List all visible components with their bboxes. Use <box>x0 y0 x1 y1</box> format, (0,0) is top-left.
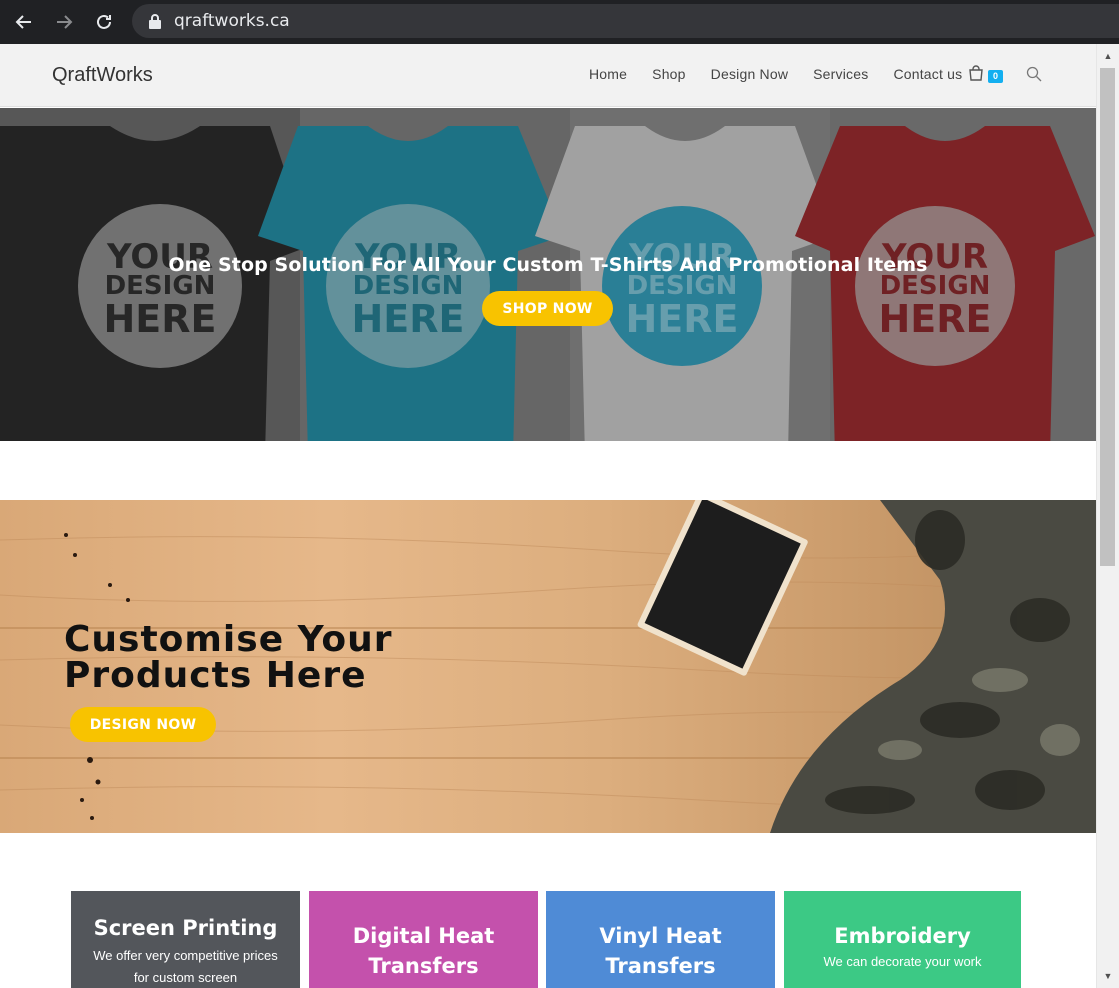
design-now-button[interactable]: DESIGN NOW <box>70 707 216 742</box>
service-title: Transfers <box>605 954 716 978</box>
service-card-screen-printing[interactable]: Screen Printing We offer very competitiv… <box>71 891 300 988</box>
cart-button[interactable]: 0 <box>968 65 1004 85</box>
nav-services[interactable]: Services <box>813 66 868 82</box>
back-arrow-icon[interactable] <box>10 8 38 36</box>
customise-banner: Customise Your Products Here DESIGN NOW <box>0 500 1096 833</box>
scroll-up-icon[interactable]: ▲ <box>1097 48 1119 64</box>
customise-title: Customise Your Products Here <box>64 622 393 694</box>
shopping-bag-icon <box>969 65 983 81</box>
service-card-embroidery[interactable]: Embroidery We can decorate your work <box>784 891 1021 988</box>
site-logo[interactable]: QraftWorks <box>52 64 153 87</box>
hero-banner: YOUR DESIGN HERE YOUR DESIGN HERE YOUR D… <box>0 108 1096 441</box>
shop-now-button[interactable]: SHOP NOW <box>482 291 613 326</box>
nav-design-now[interactable]: Design Now <box>711 66 788 82</box>
forward-arrow-icon[interactable] <box>50 8 78 36</box>
service-title: Screen Printing <box>93 916 278 940</box>
service-card-vinyl-heat-transfers[interactable]: Vinyl Heat Transfers <box>546 891 775 988</box>
main-nav: Home Shop Design Now Services Contact us <box>589 66 987 82</box>
customise-title-line: Products Here <box>64 655 367 696</box>
address-bar[interactable]: qraftworks.ca <box>132 4 1119 38</box>
nav-contact-us[interactable]: Contact us <box>893 66 962 82</box>
service-card-digital-heat-transfers[interactable]: Digital Heat Transfers <box>309 891 538 988</box>
address-url: qraftworks.ca <box>174 11 290 31</box>
reload-icon[interactable] <box>90 8 118 36</box>
site-header: QraftWorks Home Shop Design Now Services… <box>0 44 1096 107</box>
cart-count-badge: 0 <box>988 70 1003 83</box>
nav-home[interactable]: Home <box>589 66 627 82</box>
nav-shop[interactable]: Shop <box>652 66 686 82</box>
service-title: Vinyl Heat <box>599 924 722 948</box>
scrollbar-thumb[interactable] <box>1100 68 1115 566</box>
search-icon[interactable] <box>1026 66 1042 82</box>
service-description: We offer very competitive prices for cus… <box>93 948 278 985</box>
hero-headline: One Stop Solution For All Your Custom T-… <box>168 254 928 276</box>
service-title: Transfers <box>368 954 479 978</box>
service-title: Digital Heat <box>352 924 495 948</box>
page-scrollbar[interactable]: ▲ ▼ <box>1096 44 1119 988</box>
service-description: We can decorate your work <box>823 954 982 969</box>
lock-icon <box>149 14 161 29</box>
customise-title-line: Customise Your <box>64 619 393 660</box>
service-title: Embroidery <box>834 924 971 948</box>
scroll-down-icon[interactable]: ▼ <box>1097 968 1119 984</box>
browser-chrome: qraftworks.ca <box>0 0 1119 44</box>
